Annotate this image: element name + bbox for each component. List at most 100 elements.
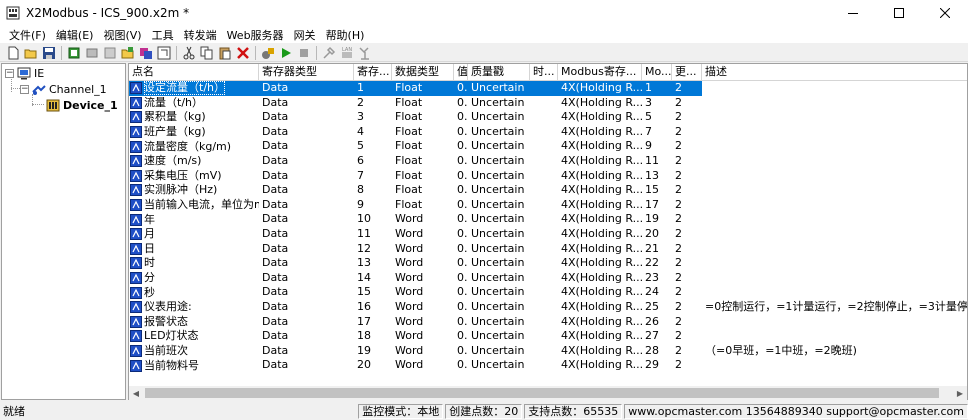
cell-modbus-register: 4X(Holding R... (561, 299, 642, 313)
col-modbus-register-header[interactable]: Modbus寄存... (558, 64, 642, 81)
cell-modbus-register: 4X(Holding R... (561, 110, 642, 124)
gateway-button[interactable]: LAN (338, 44, 355, 61)
table-row[interactable]: 报警状态 Data 17 Word 0. Uncertain 4X(Holding R...… (129, 315, 967, 330)
table-row[interactable]: 年 Data 10 Word 0. Uncertain 4X(Holding R... 19 2 (129, 212, 967, 227)
table-row[interactable]: 当前物料号 Data 20 Word 0. Uncertain 4X(Holding R..… (129, 358, 967, 373)
open-button[interactable] (22, 44, 39, 61)
menu-file[interactable]: 文件(F) (4, 27, 51, 43)
cell-register-address: 4 (357, 124, 364, 138)
tag-icon (130, 155, 142, 168)
tools-button[interactable] (320, 44, 337, 61)
cell-data-type: Word (395, 270, 424, 284)
table-row[interactable]: 月 Data 11 Word 0. Uncertain 4X(Holding R... 20 2 (129, 226, 967, 242)
table-row[interactable]: 班产量（kg) Data 4 Float 0. Uncertain 4X(Holding R… (129, 124, 967, 140)
table-row[interactable]: 当前输入电流，单位为mAData 9 Float 0.Uncertain 4X(Hold… (129, 197, 967, 213)
table-row[interactable]: 日 Data 12 Word 0. Uncertain 4X(Holding R... 21 2 (129, 241, 967, 257)
col-quality-header[interactable]: 质量戳 (468, 64, 530, 81)
cell-register-address: 10 (357, 212, 371, 226)
close-button[interactable] (922, 0, 968, 26)
add-tag-button[interactable] (101, 44, 118, 61)
cell-description (702, 169, 967, 184)
properties-button[interactable] (137, 44, 154, 61)
col-timestamp-header[interactable]: 时... (530, 64, 558, 81)
scroll-left-icon[interactable]: ◀ (129, 386, 143, 400)
new-button[interactable] (4, 44, 21, 61)
table-row[interactable]: 当前班次 Data 19 Word 0. Uncertain 4X(Holding R...… (129, 343, 967, 359)
col-update-header[interactable]: 更... (672, 64, 702, 81)
cell-update: 2 (675, 329, 682, 343)
tree-node-device[interactable]: Device_1 (46, 97, 118, 113)
cell-register-type: Data (262, 95, 289, 109)
monitor-button[interactable] (259, 44, 276, 61)
settings-button[interactable] (356, 44, 373, 61)
cell-register-type: Data (262, 299, 289, 313)
tag-icon (130, 359, 142, 372)
table-row[interactable]: 仪表用途: Data 16 Word 0. Uncertain 4X(Holding R..… (129, 299, 967, 315)
scroll-right-icon[interactable]: ▶ (953, 386, 967, 400)
menu-help[interactable]: 帮助(H) (321, 27, 370, 43)
table-row[interactable]: 秒 Data 15 Word 0. Uncertain 4X(Holding R... 24 2 (129, 285, 967, 300)
import-button[interactable] (119, 44, 136, 61)
table-row[interactable]: 采集电压（mV) Data 7 Float 0. Uncertain 4X(Holding … (129, 169, 967, 184)
table-row[interactable]: 实测脉冲（Hz) Data 8 Float 0. Uncertain 4X(Holding … (129, 183, 967, 198)
add-device-button[interactable] (83, 44, 100, 61)
add-channel-button[interactable] (65, 44, 82, 61)
menu-forwarder[interactable]: 转发端 (179, 27, 222, 43)
col-modbus-address-header[interactable]: Mo... (642, 64, 672, 81)
menu-web-server[interactable]: Web服务器 (222, 27, 289, 43)
maximize-icon (894, 8, 904, 18)
cell-modbus-address: 11 (645, 153, 659, 167)
cell-quality: Uncertain (471, 241, 525, 255)
tree-node-root[interactable]: − IE (5, 65, 44, 81)
paste-button[interactable] (216, 44, 233, 61)
copy-button[interactable] (198, 44, 215, 61)
cut-button[interactable] (180, 44, 197, 61)
collapse-icon[interactable]: − (5, 68, 14, 78)
cell-value: 0. (457, 241, 468, 255)
cell-quality: Uncertain (471, 226, 525, 240)
maximize-button[interactable] (876, 0, 922, 26)
run-button[interactable] (277, 44, 294, 61)
collapse-icon[interactable]: − (20, 84, 29, 94)
table-row[interactable]: 流量（t/h） Data 2 Float 0. Uncertain 4X(Holding R… (129, 95, 967, 111)
cell-point-name: 采集电压（mV) (129, 169, 259, 184)
table-row[interactable]: 时 Data 13 Word 0. Uncertain 4X(Holding R... 22 2 (129, 256, 967, 271)
scroll-thumb[interactable] (145, 388, 939, 398)
col-data-type-header[interactable]: 数据类型 (392, 64, 454, 81)
cell-value: 0. (457, 110, 468, 124)
col-register-address-header[interactable]: 寄存... (354, 64, 392, 81)
col-point-name-header[interactable]: 点名 (129, 64, 259, 81)
tag-icon (130, 213, 142, 226)
delete-button[interactable] (234, 44, 251, 61)
table-row[interactable]: 流量密度（kg/m) Data 5 Float 0. Uncertain 4X(Holdin… (129, 139, 967, 154)
cell-modbus-address: 15 (645, 183, 659, 197)
menu-bar: 文件(F) 编辑(E) 视图(V) 工具 转发端 Web服务器 网关 帮助(H) (0, 26, 968, 43)
menu-gateway[interactable]: 网关 (289, 27, 321, 43)
save-button[interactable] (40, 44, 57, 61)
col-value-header[interactable]: 值 (454, 64, 468, 81)
table-row[interactable]: 分 Data 14 Word 0. Uncertain 4X(Holding R... 23 2 (129, 270, 967, 286)
table-row[interactable]: 累积量（kg) Data 3 Float 0. Uncertain 4X(Holding R… (129, 110, 967, 125)
menu-tools[interactable]: 工具 (147, 27, 179, 43)
point-name-text: 当前班次 (144, 343, 188, 357)
cell-update: 2 (675, 226, 682, 240)
cell-quality: Uncertain (471, 110, 525, 124)
menu-view[interactable]: 视图(V) (98, 27, 146, 43)
minimize-button[interactable] (830, 0, 876, 26)
cell-quality: Uncertain (471, 343, 525, 357)
status-ready: 就绪 (3, 405, 25, 418)
table-row[interactable]: 速度（m/s) Data 6 Float 0. Uncertain 4X(Holding R… (129, 153, 967, 169)
cell-register-type: Data (262, 197, 289, 211)
col-description-header[interactable]: 描述 (702, 64, 967, 81)
col-register-type-header[interactable]: 寄存器类型 (259, 64, 354, 81)
cell-register-address: 14 (357, 270, 371, 284)
horizontal-scrollbar[interactable]: ◀ ▶ (129, 386, 967, 400)
cell-value: 0. (457, 183, 468, 197)
cell-point-name: 班产量（kg) (129, 125, 259, 140)
stop-button[interactable] (295, 44, 312, 61)
table-row[interactable]: 设定流量（t/h） Data 1 Float 0. Uncertain 4X(Holding… (129, 81, 967, 96)
menu-edit[interactable]: 编辑(E) (51, 27, 99, 43)
tree-node-channel[interactable]: − Channel_1 (20, 81, 107, 97)
export-button[interactable] (155, 44, 172, 61)
table-row[interactable]: LED灯状态 Data 18 Word 0. Uncertain 4X(Holding R.… (129, 329, 967, 344)
